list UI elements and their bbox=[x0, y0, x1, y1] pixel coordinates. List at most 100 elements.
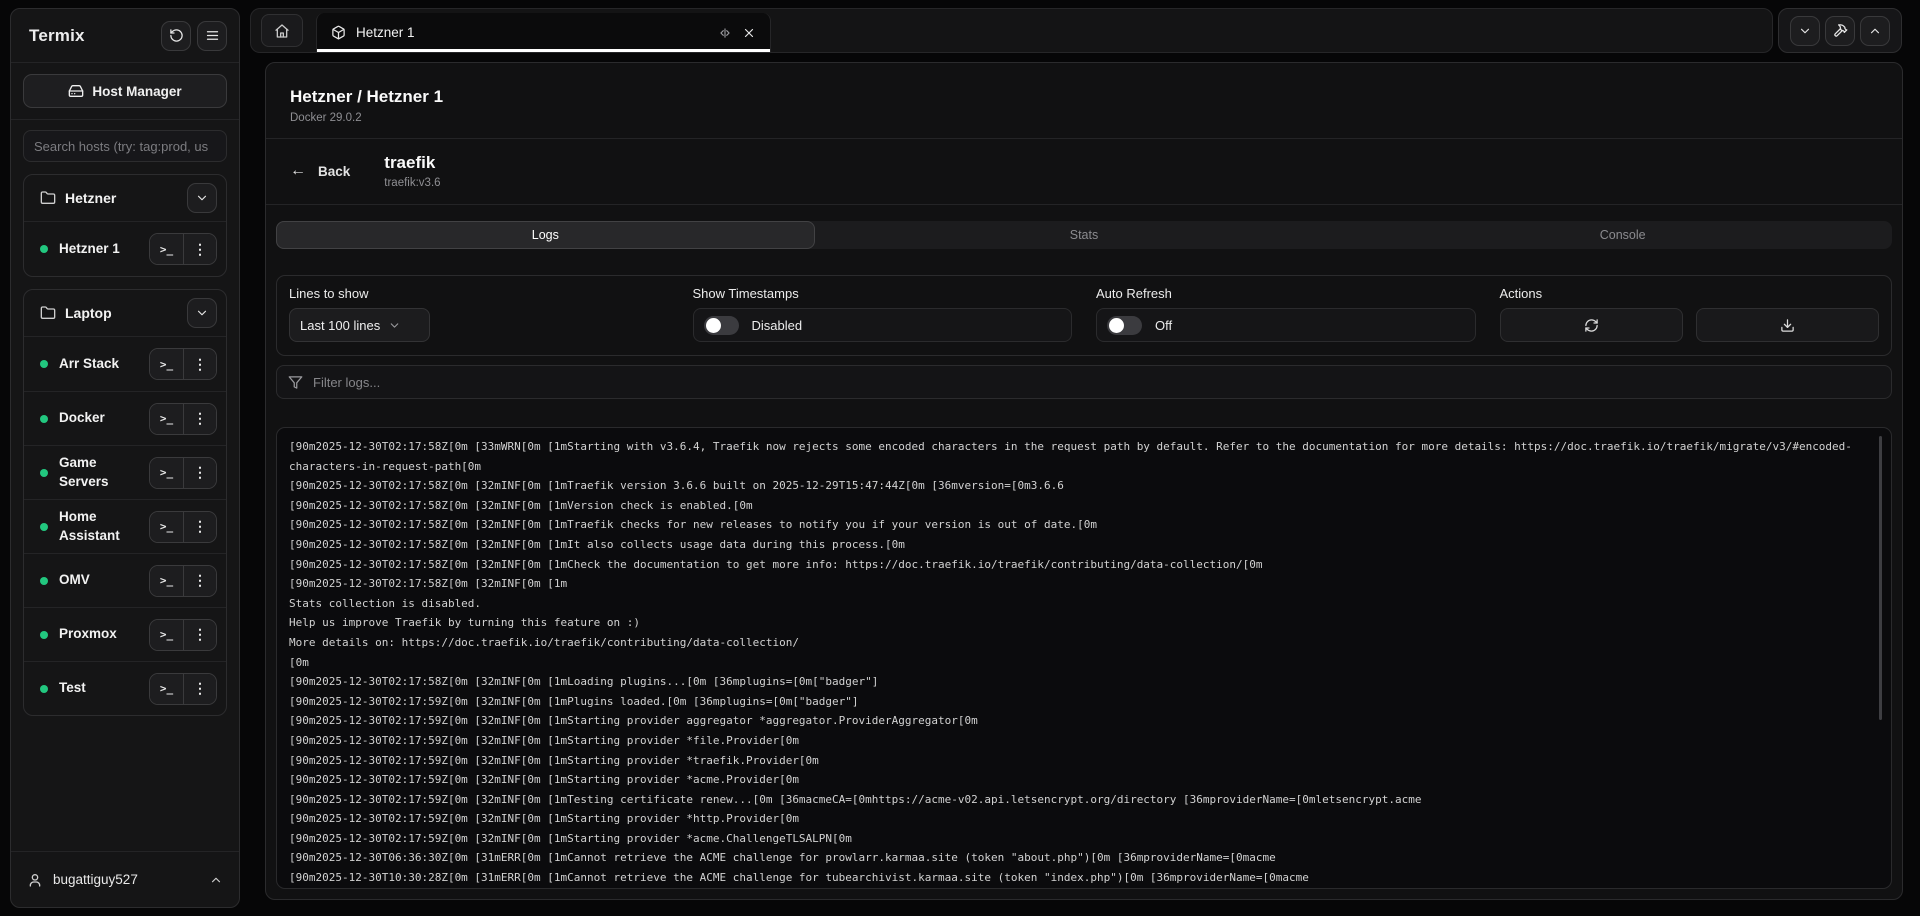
lines-select[interactable]: Last 100 lines bbox=[289, 308, 430, 342]
host-item[interactable]: Hetzner 1 >_ ⋮ bbox=[24, 222, 226, 276]
chevron-up-icon[interactable] bbox=[209, 873, 223, 887]
view-tab-stats[interactable]: Stats bbox=[815, 221, 1354, 249]
sidebar: Termix Host Manager Hetzner Hetzner bbox=[10, 8, 240, 908]
autorefresh-switch[interactable] bbox=[1107, 316, 1142, 335]
view-tab-logs[interactable]: Logs bbox=[276, 221, 815, 249]
refresh-hosts-button[interactable] bbox=[161, 21, 191, 51]
lines-value: Last 100 lines bbox=[300, 318, 380, 333]
host-group-header: Hetzner bbox=[24, 175, 226, 222]
host-terminal-button[interactable]: >_ bbox=[150, 234, 183, 264]
split-view-icon[interactable] bbox=[718, 26, 732, 40]
refresh-logs-button[interactable] bbox=[1500, 308, 1683, 342]
group-collapse-button[interactable] bbox=[187, 183, 217, 213]
view-tab-console[interactable]: Console bbox=[1353, 221, 1892, 249]
user-icon bbox=[27, 872, 43, 888]
host-actions: >_ ⋮ bbox=[149, 348, 217, 380]
log-line: Stats collection is disabled. bbox=[289, 594, 1879, 614]
lines-label: Lines to show bbox=[289, 286, 669, 301]
host-item[interactable]: Game Servers >_ ⋮ bbox=[24, 445, 226, 499]
host-manager-button[interactable]: Host Manager bbox=[23, 74, 227, 108]
host-name: Home Assistant bbox=[59, 508, 149, 544]
terminal-tab[interactable]: Hetzner 1 bbox=[316, 13, 771, 52]
online-status-dot bbox=[40, 577, 48, 585]
collapse-up-button[interactable] bbox=[1860, 16, 1890, 46]
breadcrumb: Hetzner / Hetzner 1 bbox=[290, 87, 1878, 107]
host-terminal-button[interactable]: >_ bbox=[150, 512, 183, 542]
filter-logs-input[interactable] bbox=[313, 375, 1880, 390]
host-terminal-button[interactable]: >_ bbox=[150, 620, 183, 650]
chevron-down-icon bbox=[388, 319, 401, 332]
host-terminal-button[interactable]: >_ bbox=[150, 458, 183, 488]
autorefresh-value: Off bbox=[1155, 318, 1172, 333]
host-menu-button[interactable]: ⋮ bbox=[183, 620, 216, 650]
host-terminal-button[interactable]: >_ bbox=[150, 404, 183, 434]
folder-icon bbox=[40, 305, 56, 321]
host-group-name: Laptop bbox=[65, 305, 178, 321]
host-menu-button[interactable]: ⋮ bbox=[183, 458, 216, 488]
host-item[interactable]: Test >_ ⋮ bbox=[24, 661, 226, 715]
online-status-dot bbox=[40, 631, 48, 639]
timestamps-value: Disabled bbox=[752, 318, 803, 333]
host-menu-button[interactable]: ⋮ bbox=[183, 512, 216, 542]
host-actions: >_ ⋮ bbox=[149, 233, 217, 265]
online-status-dot bbox=[40, 523, 48, 531]
host-name: Proxmox bbox=[59, 625, 149, 643]
tools-button[interactable] bbox=[1825, 16, 1855, 46]
close-tab-icon[interactable] bbox=[742, 26, 756, 40]
host-name: OMV bbox=[59, 571, 149, 589]
host-terminal-button[interactable]: >_ bbox=[150, 674, 183, 704]
host-group-header: Laptop bbox=[24, 290, 226, 337]
host-item[interactable]: Proxmox >_ ⋮ bbox=[24, 607, 226, 661]
host-actions: >_ ⋮ bbox=[149, 565, 217, 597]
host-name: Hetzner 1 bbox=[59, 240, 149, 258]
group-collapse-button[interactable] bbox=[187, 298, 217, 328]
host-name: Test bbox=[59, 679, 149, 697]
host-name: Arr Stack bbox=[59, 355, 149, 373]
refresh-icon bbox=[1584, 318, 1599, 333]
home-button[interactable] bbox=[261, 14, 303, 47]
sidebar-menu-button[interactable] bbox=[197, 21, 227, 51]
username: bugattiguy527 bbox=[53, 872, 199, 887]
host-group: Hetzner Hetzner 1 >_ ⋮ bbox=[23, 174, 227, 277]
host-menu-button[interactable]: ⋮ bbox=[183, 234, 216, 264]
view-tabs: LogsStatsConsole bbox=[276, 221, 1892, 249]
sidebar-footer[interactable]: bugattiguy527 bbox=[11, 851, 239, 907]
folder-icon bbox=[40, 190, 56, 206]
host-menu-button[interactable]: ⋮ bbox=[183, 566, 216, 596]
search-input[interactable] bbox=[23, 130, 227, 162]
host-group: Laptop Arr Stack >_ ⋮ Docker >_ ⋮ Game S… bbox=[23, 289, 227, 716]
log-line: [90m2025-12-30T02:17:58Z[0m [32mINF[0m [… bbox=[289, 672, 1879, 692]
collapse-down-button[interactable] bbox=[1790, 16, 1820, 46]
switch-knob bbox=[706, 318, 721, 333]
container-header: ← Back traefik traefik:v3.6 bbox=[266, 139, 1902, 205]
host-item[interactable]: Home Assistant >_ ⋮ bbox=[24, 499, 226, 553]
host-menu-button[interactable]: ⋮ bbox=[183, 674, 216, 704]
log-scrollbar[interactable] bbox=[1879, 436, 1882, 720]
log-line: characters-in-request-path[0m bbox=[289, 457, 1879, 477]
host-menu-button[interactable]: ⋮ bbox=[183, 349, 216, 379]
log-line: [90m2025-12-30T02:17:58Z[0m [32mINF[0m [… bbox=[289, 476, 1879, 496]
log-output[interactable]: [90m2025-12-30T02:17:58Z[0m [33mWRN[0m [… bbox=[276, 427, 1892, 889]
lines-control: Lines to show Last 100 lines bbox=[289, 286, 669, 342]
autorefresh-toggle-row: Off bbox=[1096, 308, 1476, 342]
timestamps-switch[interactable] bbox=[704, 316, 739, 335]
host-item[interactable]: OMV >_ ⋮ bbox=[24, 553, 226, 607]
host-terminal-button[interactable]: >_ bbox=[150, 566, 183, 596]
online-status-dot bbox=[40, 685, 48, 693]
host-item[interactable]: Docker >_ ⋮ bbox=[24, 391, 226, 445]
host-terminal-button[interactable]: >_ bbox=[150, 349, 183, 379]
host-menu-button[interactable]: ⋮ bbox=[183, 404, 216, 434]
log-line: [90m2025-12-30T02:17:59Z[0m [32mINF[0m [… bbox=[289, 731, 1879, 751]
filter-row bbox=[276, 365, 1892, 399]
container-name: traefik bbox=[384, 153, 440, 173]
menu-icon bbox=[205, 28, 220, 43]
back-button[interactable]: ← Back bbox=[290, 163, 350, 179]
rotate-ccw-icon bbox=[169, 28, 184, 43]
host-actions: >_ ⋮ bbox=[149, 511, 217, 543]
funnel-icon bbox=[288, 375, 303, 390]
log-line: [90m2025-12-30T02:17:59Z[0m [32mINF[0m [… bbox=[289, 751, 1879, 771]
download-logs-button[interactable] bbox=[1696, 308, 1879, 342]
host-item[interactable]: Arr Stack >_ ⋮ bbox=[24, 337, 226, 391]
host-name: Docker bbox=[59, 409, 149, 427]
search-section bbox=[11, 120, 239, 168]
